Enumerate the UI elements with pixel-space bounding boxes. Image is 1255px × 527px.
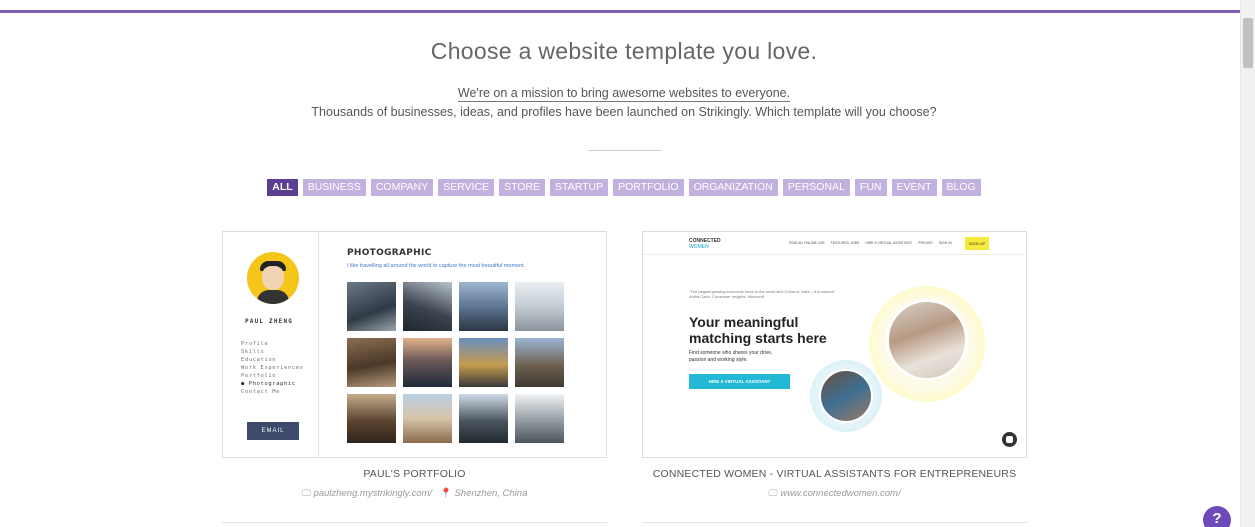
preview-logo-bottom: WOMEN [689,244,709,250]
preview-nav-item: FIND AN ONLINE JOB [789,241,825,245]
preview-nav-item: HIRE A VIRTUAL ASSISTANT [865,241,913,245]
preview-person-name: PAUL ZHENG [245,318,294,325]
preview-nav-item: Profile [241,341,269,347]
preview-description-line: passion and working style. [689,357,748,363]
template-url-link[interactable]: paulzheng.mystrikingly.com/ [313,488,432,499]
filter-event[interactable]: EVENT [891,179,937,196]
photo-thumb [515,338,564,387]
template-card-pauls-portfolio[interactable]: PAUL ZHENG Profile Skills Education Work… [222,231,607,458]
preview-description-line: Find someone who shares your drive, [689,350,773,356]
filter-blog[interactable]: BLOG [941,179,981,196]
photo-thumb [459,394,508,443]
preview-nav-item: Skills [241,349,265,355]
photo-thumb [515,282,564,331]
preview-cta-button: HIRE A VIRTUAL ASSISTANT [689,374,790,389]
mission-text[interactable]: We're on a mission to bring awesome webs… [457,86,791,102]
filter-company[interactable]: COMPANY [370,179,434,196]
preview-header-divider [643,254,1026,255]
preview-sidebar: PAUL ZHENG Profile Skills Education Work… [223,232,319,457]
preview-nav-item: Contact Me [241,389,281,395]
filter-business[interactable]: BUSINESS [302,179,366,196]
next-template-card-edge [222,522,607,527]
preview-photo-grid [347,282,564,443]
preview-nav: Profile Skills Education Work Experience… [241,340,304,396]
page-subtitle: Thousands of businesses, ideas, and prof… [311,105,937,119]
filter-store[interactable]: STORE [499,179,546,196]
photo-thumb [347,394,396,443]
template-meta: 🖵 www.connectedwomen.com/ [642,488,1027,499]
mission-link[interactable]: We're on a mission to bring awesome webs… [0,86,1248,102]
preview-nav-item: Work Experiences [241,365,304,371]
preview-tagline: I like travelling all around the world t… [347,263,526,269]
preview-nav-item: Portfolio [241,373,277,379]
preview-description: Find someone who shares your drive, pass… [689,350,772,364]
filter-organization[interactable]: ORGANIZATION [688,179,778,196]
preview-nav-item-current: ● Photographic [241,381,296,387]
preview-nav-item-label: Photographic [248,381,296,387]
preview-quote: "The largest growing economic force in t… [689,289,835,299]
preview-heading: PHOTOGRAPHIC [347,248,432,258]
page-scrollbar[interactable] [1240,0,1255,527]
template-url-link[interactable]: www.connectedwomen.com/ [780,488,900,499]
preview-nav: FIND AN ONLINE JOB FEATURED JOBS HIRE A … [789,241,952,245]
preview-headline: Your meaningful matching starts here [689,314,827,346]
filter-personal[interactable]: PERSONAL [782,179,850,196]
face-shape [262,266,284,290]
page-title: Choose a website template you love. [430,38,818,64]
photo-thumb [347,282,396,331]
section-divider [588,150,662,151]
preview-nav-item: PRICING [918,241,933,245]
preview-headline-line: matching starts here [689,330,827,346]
filter-service[interactable]: SERVICE [438,179,495,196]
template-location: Shenzhen, China [454,488,528,499]
filter-startup[interactable]: STARTUP [550,179,609,196]
top-accent-bar [0,10,1240,13]
preview-nav-item: FEATURED JOBS [830,241,860,245]
monitor-icon: 🖵 [301,488,311,499]
preview-quote-author: Aniha Cariu, Consumer Insights, Microsof… [689,294,764,299]
filter-fun[interactable]: FUN [854,179,887,196]
preview-photo-couple [819,369,873,423]
template-title-link[interactable]: PAUL'S PORTFOLIO [222,468,607,480]
preview-email-button: EMAIL [247,422,299,440]
chat-icon [1002,432,1017,447]
photo-thumb [403,394,452,443]
photo-thumb [515,394,564,443]
body-shape [257,290,289,304]
template-meta: 🖵 paulzheng.mystrikingly.com/ 📍 Shenzhen… [222,488,607,499]
preview-nav-item: Education [241,357,277,363]
template-title-link[interactable]: CONNECTED WOMEN - VIRTUAL ASSISTANTS FOR… [642,468,1027,480]
filter-all[interactable]: ALL [267,179,298,196]
photo-thumb [347,338,396,387]
photo-thumb [459,282,508,331]
photo-thumb [459,338,508,387]
template-card-connected-women[interactable]: CONNECTED WOMEN FIND AN ONLINE JOB FEATU… [642,231,1027,458]
avatar [247,252,299,304]
preview-photo-woman [886,299,968,381]
preview-nav-item: SIGN IN [938,241,952,245]
preview-logo: CONNECTED WOMEN [689,238,721,250]
filter-portfolio[interactable]: PORTFOLIO [613,179,684,196]
next-template-card-edge [642,522,1027,527]
category-filters: ALL BUSINESS COMPANY SERVICE STORE STARTUP POR… [0,179,1248,196]
photo-thumb [403,338,452,387]
location-pin-icon: 📍 [439,488,452,499]
monitor-icon: 🖵 [768,488,778,499]
preview-signup-button: SIGN UP [965,237,989,250]
preview-headline-line: Your meaningful [689,314,799,330]
help-button[interactable]: ? [1203,506,1231,527]
photo-thumb [403,282,452,331]
